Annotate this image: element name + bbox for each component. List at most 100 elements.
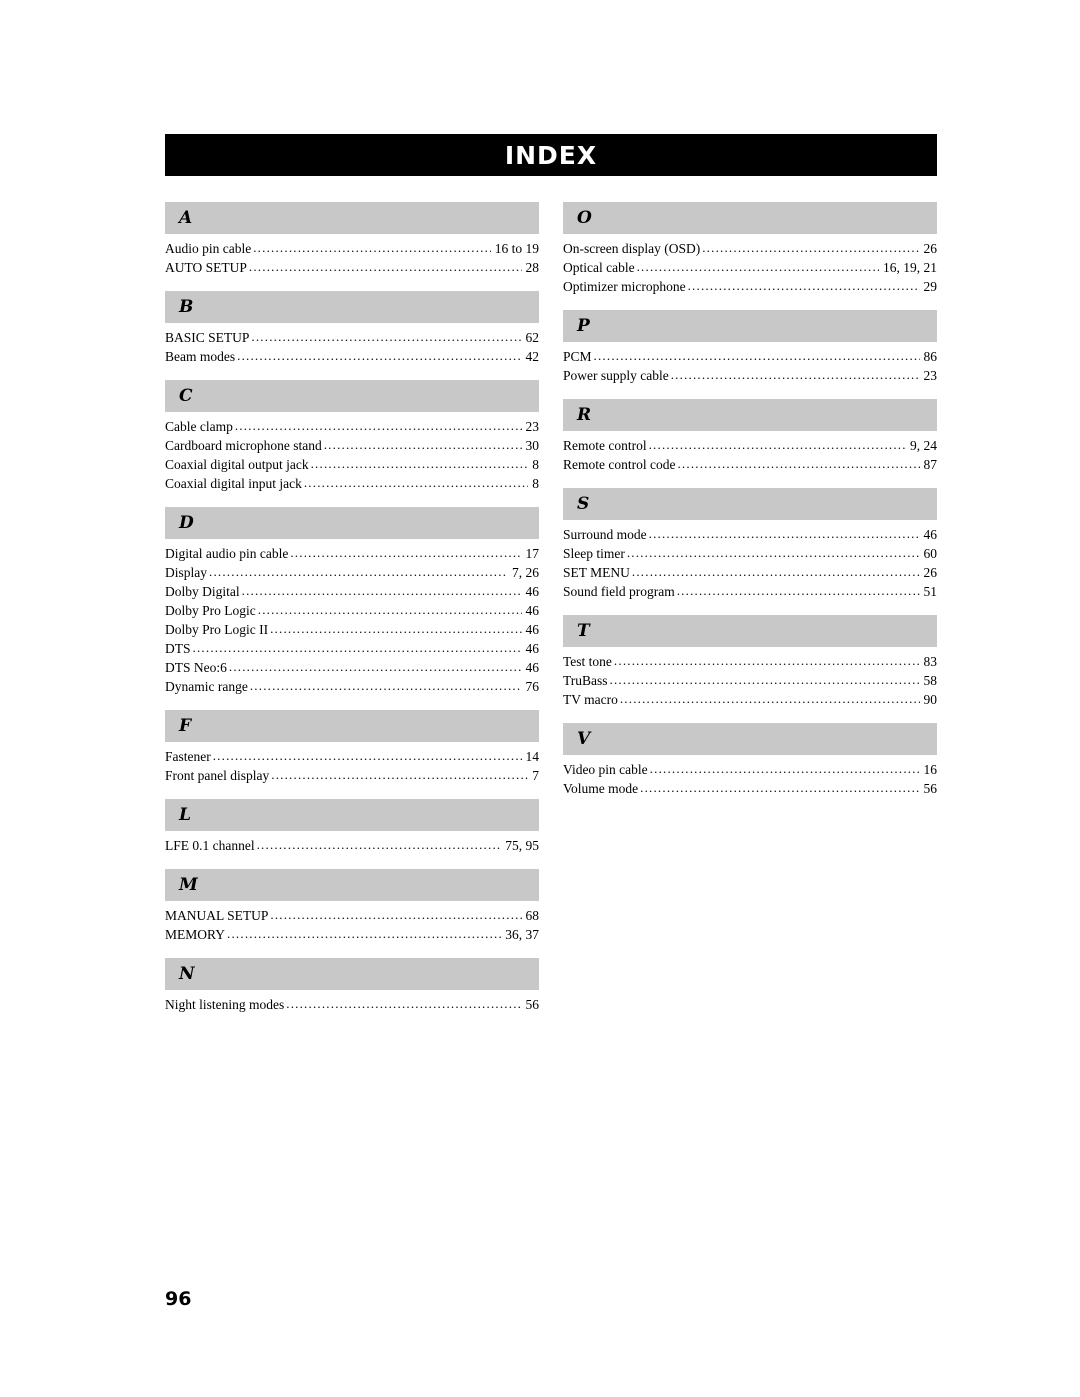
index-entry-page-number: 56 [525,997,540,1012]
index-entry-page-number: 46 [525,622,540,637]
index-entry-label: Coaxial digital input jack [165,476,302,491]
index-entry[interactable]: Remote control code ....................… [563,455,937,474]
index-entry[interactable]: On-screen display (OSD) ................… [563,239,937,258]
index-entry[interactable]: Coaxial digital input jack .............… [165,474,539,493]
index-entry-page-number: 75, 95 [505,838,539,853]
index-entry-leader-dots: ........................................… [649,761,920,776]
index-entry[interactable]: Video pin cable ........................… [563,760,937,779]
index-group: O On-screen display (OSD) ...............… [563,202,937,296]
index-group: M MANUAL SETUP ..........................… [165,869,539,944]
index-letter-heading: A [165,202,539,234]
index-entry-page-number: 36, 37 [505,927,539,942]
index-group: R Remote control ........................… [563,399,937,474]
index-entry[interactable]: Front panel display ....................… [165,766,539,785]
index-columns: A Audio pin cable .......................… [165,202,937,1028]
index-entry-page-number: 8 [532,476,539,491]
index-entry-page-number: 46 [923,527,938,542]
index-entry-leader-dots: ........................................… [251,329,522,344]
index-entry[interactable]: AUTO SETUP .............................… [165,258,539,277]
index-letter-heading: T [563,615,937,647]
index-entry-leader-dots: ........................................… [648,437,906,452]
index-entry[interactable]: Power supply cable .....................… [563,366,937,385]
index-entry-leader-dots: ........................................… [676,583,920,598]
index-entry-label: Cable clamp [165,419,233,434]
index-entry[interactable]: Audio pin cable ........................… [165,239,539,258]
index-entry-label: Digital audio pin cable [165,546,289,561]
index-entry[interactable]: Optical cable ..........................… [563,258,937,277]
index-entry[interactable]: Dolby Pro Logic ........................… [165,601,539,620]
index-group: P PCM ...................................… [563,310,937,385]
index-entry-label: Surround mode [563,527,647,542]
index-letter-heading: N [165,958,539,990]
index-entry[interactable]: Dolby Pro Logic II .....................… [165,620,539,639]
index-entry-leader-dots: ........................................… [192,640,522,655]
index-entry[interactable]: Dynamic range ..........................… [165,677,539,696]
index-entry[interactable]: SET MENU ...............................… [563,563,937,582]
index-entry-label: Volume mode [563,781,639,796]
index-entry[interactable]: DTS Neo:6 ..............................… [165,658,539,677]
index-entry-leader-dots: ........................................… [613,653,920,668]
index-entry[interactable]: TV macro ...............................… [563,690,937,709]
index-entry-page-number: 83 [923,654,938,669]
index-entry[interactable]: MANUAL SETUP ...........................… [165,906,539,925]
index-entry-label: Front panel display [165,768,270,783]
index-entry-label: Dolby Digital [165,584,240,599]
index-entry-leader-dots: ........................................… [648,526,920,541]
index-entry[interactable]: Display ................................… [165,563,539,582]
index-entry-label: LFE 0.1 channel [165,838,255,853]
index-entry[interactable]: Night listening modes ..................… [165,995,539,1014]
index-entry[interactable]: DTS ....................................… [165,639,539,658]
index-entry-page-number: 76 [525,679,540,694]
index-entry[interactable]: Optimizer microphone ...................… [563,277,937,296]
index-entry-label: Remote control [563,438,647,453]
index-entry[interactable]: MEMORY .................................… [165,925,539,944]
index-entry-label: On-screen display (OSD) [563,241,701,256]
index-entry-page-number: 56 [923,781,938,796]
index-entry-page-number: 46 [525,603,540,618]
index-entry-label: Sleep timer [563,546,625,561]
index-entry-page-number: 7, 26 [512,565,539,580]
index-entry[interactable]: Remote control .........................… [563,436,937,455]
index-entry[interactable]: Cardboard microphone stand .............… [165,436,539,455]
index-entry-page-number: 16 to 19 [494,241,539,256]
index-entry-page-number: 23 [923,368,938,383]
index-entry-label: Dolby Pro Logic II [165,622,269,637]
index-entry-leader-dots: ........................................… [677,456,919,471]
index-entry[interactable]: Surround mode ..........................… [563,525,937,544]
index-letter-heading: V [563,723,937,755]
index-entry-leader-dots: ........................................… [636,259,879,274]
index-group: D Digital audio pin cable ...............… [165,507,539,696]
index-entry-page-number: 16 [923,762,938,777]
index-entry[interactable]: Digital audio pin cable ................… [165,544,539,563]
index-entry[interactable]: Cable clamp ............................… [165,417,539,436]
index-entry-page-number: 29 [923,279,938,294]
index-entry[interactable]: Sound field program ....................… [563,582,937,601]
index-letter-heading: S [563,488,937,520]
index-entry[interactable]: BASIC SETUP ............................… [165,328,539,347]
index-entry[interactable]: LFE 0.1 channel ........................… [165,836,539,855]
index-entry-leader-dots: ........................................… [228,659,522,674]
index-entry-page-number: 26 [923,241,938,256]
page-title: INDEX [165,134,937,176]
index-entry[interactable]: Beam modes .............................… [165,347,539,366]
index-entry[interactable]: Coaxial digital output jack ............… [165,455,539,474]
index-entry-label: Cardboard microphone stand [165,438,322,453]
index-entry[interactable]: PCM ....................................… [563,347,937,366]
index-entry-label: Sound field program [563,584,675,599]
index-entry-label: Night listening modes [165,997,285,1012]
index-entry-label: Optical cable [563,260,635,275]
index-entry[interactable]: Volume mode ............................… [563,779,937,798]
index-entry-page-number: 46 [525,584,540,599]
index-entry-page-number: 28 [525,260,540,275]
index-entry[interactable]: Dolby Digital ..........................… [165,582,539,601]
index-entry-page-number: 26 [923,565,938,580]
index-entry[interactable]: TruBass ................................… [563,671,937,690]
index-entry[interactable]: Test tone ..............................… [563,652,937,671]
index-entry[interactable]: Sleep timer ............................… [563,544,937,563]
index-entry-page-number: 62 [525,330,540,345]
index-entry-page-number: 17 [525,546,540,561]
index-entry-leader-dots: ........................................… [286,996,522,1011]
index-entry-leader-dots: ........................................… [241,583,522,598]
index-entry[interactable]: Fastener ...............................… [165,747,539,766]
index-group: S Surround mode .........................… [563,488,937,601]
